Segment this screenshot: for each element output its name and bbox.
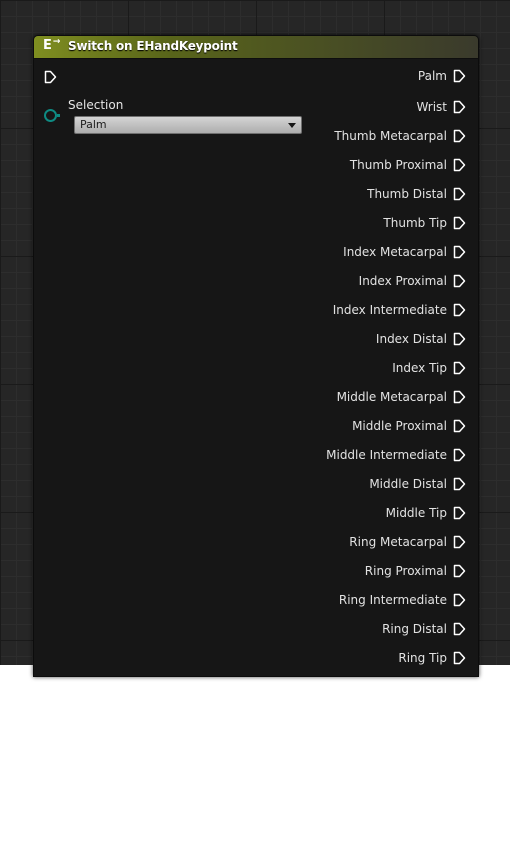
output-row[interactable]: Index Proximal: [359, 271, 466, 291]
exec-output-pin-icon[interactable]: [453, 303, 466, 317]
exec-output-pin-icon[interactable]: [453, 477, 466, 491]
chevron-down-icon: [288, 123, 296, 128]
output-label: Thumb Proximal: [349, 158, 447, 172]
selection-value: Palm: [80, 118, 107, 131]
exec-output-pin-icon[interactable]: [453, 651, 466, 665]
output-label: Index Metacarpal: [343, 245, 447, 259]
output-label: Index Proximal: [358, 274, 447, 288]
output-label: Ring Tip: [398, 651, 447, 665]
graph-canvas[interactable]: E→ Switch on EHandKeypoint Selection Pal…: [0, 0, 510, 677]
exec-output-pin-icon[interactable]: [453, 535, 466, 549]
output-row[interactable]: Thumb Distal: [367, 184, 466, 204]
exec-output-pin-icon[interactable]: [453, 419, 466, 433]
output-row[interactable]: Ring Metacarpal: [349, 532, 466, 552]
output-row[interactable]: Thumb Proximal: [350, 155, 466, 175]
exec-output-pin-icon[interactable]: [453, 622, 466, 636]
output-label: Palm: [417, 69, 447, 83]
output-row[interactable]: Thumb Tip: [383, 213, 466, 233]
output-label: Middle Tip: [385, 506, 447, 520]
output-row[interactable]: Index Distal: [376, 329, 466, 349]
exec-output-pin-icon[interactable]: [453, 361, 466, 375]
output-row[interactable]: Middle Tip: [386, 503, 466, 523]
output-label: Ring Metacarpal: [349, 535, 447, 549]
output-label: Thumb Distal: [367, 187, 447, 201]
output-label: Ring Intermediate: [338, 593, 447, 607]
exec-output-pin-icon[interactable]: [453, 245, 466, 259]
exec-output-pin-icon[interactable]: [453, 216, 466, 230]
output-row[interactable]: Ring Distal: [382, 619, 466, 639]
output-row[interactable]: Middle Intermediate: [326, 445, 466, 465]
selection-label: Selection: [68, 98, 124, 112]
exec-output-pin-icon[interactable]: [453, 448, 466, 462]
output-row[interactable]: Middle Proximal: [352, 416, 466, 436]
output-label: Index Distal: [375, 332, 447, 346]
output-label: Ring Proximal: [364, 564, 447, 578]
output-label: Middle Metacarpal: [336, 390, 447, 404]
exec-output-pin-icon[interactable]: [453, 390, 466, 404]
switch-node[interactable]: E→ Switch on EHandKeypoint Selection Pal…: [33, 35, 479, 677]
exec-output-pin-icon[interactable]: [453, 69, 466, 83]
output-label: Index Tip: [392, 361, 447, 375]
output-row[interactable]: Index Tip: [392, 358, 466, 378]
output-row[interactable]: Middle Metacarpal: [337, 387, 466, 407]
exec-output-pin-icon[interactable]: [453, 274, 466, 288]
output-label: Middle Proximal: [352, 419, 447, 433]
output-label: Thumb Metacarpal: [334, 129, 447, 143]
exec-output-pin-icon[interactable]: [453, 564, 466, 578]
output-row[interactable]: Index Metacarpal: [343, 242, 466, 262]
selection-dropdown[interactable]: Palm: [74, 116, 302, 134]
output-row[interactable]: Index Intermediate: [333, 300, 466, 320]
exec-output-pin-icon[interactable]: [453, 100, 466, 114]
selection-pin-arrow-icon: [57, 114, 60, 117]
output-label: Thumb Tip: [383, 216, 447, 230]
output-label: Middle Intermediate: [326, 448, 447, 462]
output-row[interactable]: Palm: [418, 66, 466, 86]
selection-input-pin[interactable]: [44, 109, 57, 122]
output-row[interactable]: Ring Intermediate: [339, 590, 466, 610]
node-title: Switch on EHandKeypoint: [68, 39, 238, 53]
node-header[interactable]: E→ Switch on EHandKeypoint: [34, 36, 478, 59]
exec-output-pin-icon[interactable]: [453, 506, 466, 520]
exec-output-pin-icon[interactable]: [453, 593, 466, 607]
exec-output-pin-icon[interactable]: [453, 129, 466, 143]
enum-switch-icon: E→: [43, 37, 61, 53]
output-label: Index Intermediate: [332, 303, 447, 317]
output-row[interactable]: Ring Tip: [398, 648, 466, 668]
output-label: Wrist: [416, 100, 447, 114]
output-row[interactable]: Ring Proximal: [365, 561, 466, 581]
output-row[interactable]: Middle Distal: [369, 474, 466, 494]
output-row[interactable]: Wrist: [416, 97, 466, 117]
exec-output-pin-icon[interactable]: [453, 158, 466, 172]
exec-output-pin-icon[interactable]: [453, 332, 466, 346]
exec-input-pin[interactable]: [44, 70, 57, 84]
exec-output-pin-icon[interactable]: [453, 187, 466, 201]
output-label: Middle Distal: [369, 477, 447, 491]
output-row[interactable]: Thumb Metacarpal: [334, 126, 466, 146]
output-label: Ring Distal: [382, 622, 447, 636]
